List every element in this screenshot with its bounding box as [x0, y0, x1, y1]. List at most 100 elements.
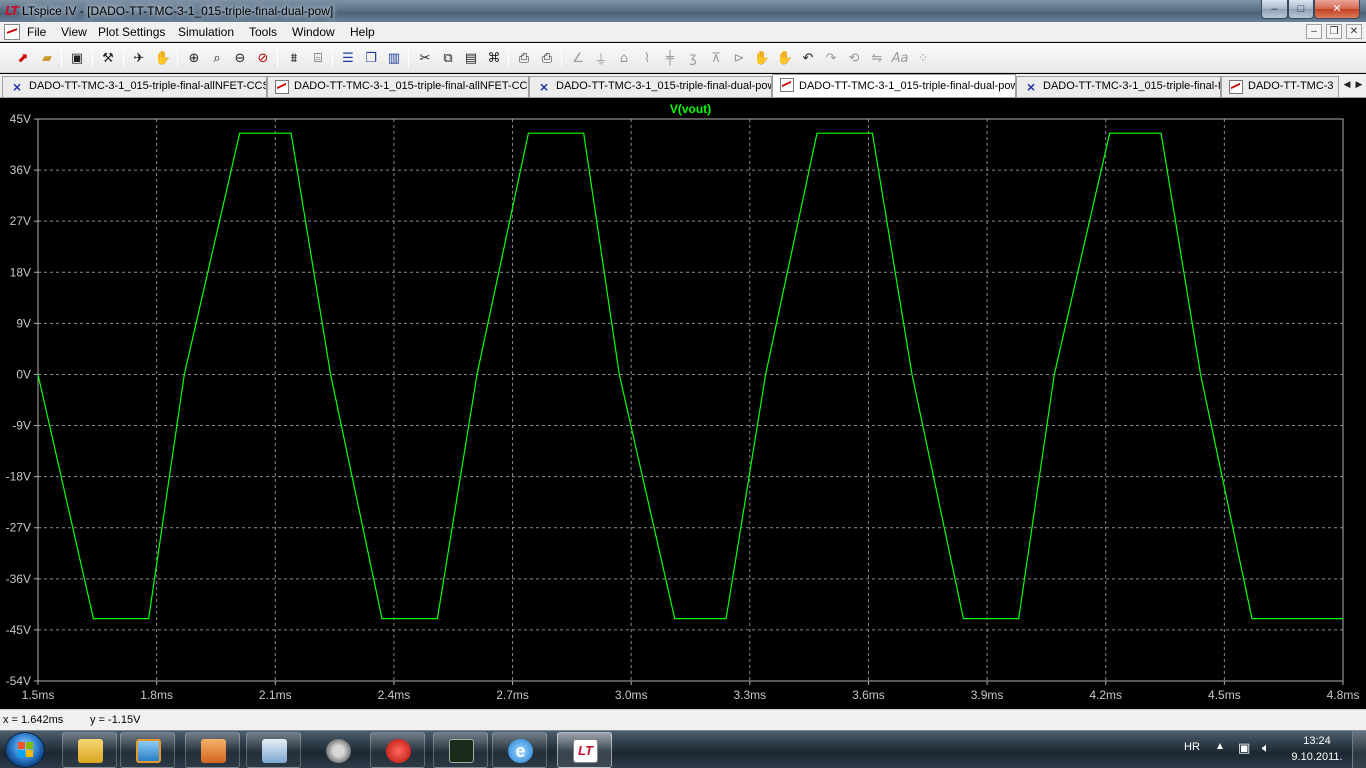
diode-icon[interactable]: ⊼ — [706, 48, 726, 68]
y-tick-label: 27V — [10, 214, 31, 228]
start-button[interactable] — [5, 732, 45, 768]
mirror-icon[interactable]: ⇋ — [867, 48, 887, 68]
waveform-chart[interactable]: 45V36V27V18V9V0V-9V-18V-27V-36V-45V-54V1… — [0, 99, 1366, 709]
tab-schematic-final-ii[interactable]: ⨯ DADO-TT-TMC-3-1_015-triple-final-II — [1016, 76, 1221, 97]
tab-scroll-left-icon[interactable]: ◀ — [1341, 76, 1353, 94]
x-tick-label: 4.2ms — [1089, 688, 1122, 702]
drag-icon[interactable]: ✋ — [775, 48, 795, 68]
run-icon[interactable]: ✈ — [129, 48, 149, 68]
tab-schematic-allnfet-ccs[interactable]: ⨯ DADO-TT-TMC-3-1_015-triple-final-allNF… — [2, 76, 267, 97]
minimize-button[interactable]: – — [1261, 0, 1288, 19]
print-preview-icon[interactable]: ⎙ — [514, 48, 534, 68]
find-icon[interactable]: ⌘ — [484, 48, 504, 68]
x-tick-label: 3.3ms — [733, 688, 766, 702]
undo-icon[interactable]: ↶ — [798, 48, 818, 68]
taskbar-network-tool[interactable] — [310, 732, 365, 768]
zoom-full-icon[interactable]: ⌕ — [207, 48, 227, 68]
zoom-in-icon[interactable]: ⊕ — [184, 48, 204, 68]
zoom-out-icon[interactable]: ⊖ — [230, 48, 250, 68]
maximize-button[interactable]: □ — [1288, 0, 1314, 19]
waveform-document-icon[interactable] — [4, 24, 20, 40]
control-panel-icon[interactable]: ⚒ — [98, 48, 118, 68]
tab-label: DADO-TT-TMC-3 — [1248, 80, 1334, 92]
label-icon[interactable]: ⌂ — [614, 48, 634, 68]
paste-icon[interactable]: ▤ — [461, 48, 481, 68]
trace-vout[interactable] — [37, 132, 1343, 620]
copy-icon[interactable]: ⧉ — [438, 48, 458, 68]
rotate-icon[interactable]: ⟲ — [844, 48, 864, 68]
autorange-icon[interactable]: ⩩ — [284, 48, 304, 68]
toolbar-separator — [408, 48, 409, 68]
tab-label: DADO-TT-TMC-3-1_015-triple-final-dual-po… — [556, 80, 772, 92]
fft-icon[interactable]: ⌸ — [308, 48, 328, 68]
waveform-plot-pane[interactable]: 45V 36V 27V 18V 9V 0V -9V -18V -27V -36V -45V -54V 1… — [0, 99, 1366, 709]
network-icon[interactable]: ▣ — [1238, 740, 1250, 756]
menu-window[interactable]: Window — [292, 24, 335, 40]
menu-plot-settings[interactable]: Plot Settings — [98, 24, 165, 40]
cascade-icon[interactable]: ❐ — [361, 48, 381, 68]
component-icon[interactable]: ⊳ — [729, 48, 749, 68]
tab-scroll-right-icon[interactable]: ▶ — [1353, 76, 1365, 94]
open-waveform-icon[interactable]: ⬈ — [13, 48, 33, 68]
menu-help[interactable]: Help — [350, 24, 375, 40]
x-tick-label: 3.9ms — [971, 688, 1004, 702]
tab-waveform-dual-pow[interactable]: DADO-TT-TMC-3-1_015-triple-final-dual-po… — [772, 74, 1016, 97]
ground-icon[interactable]: ⏚ — [591, 48, 611, 68]
menu-file[interactable]: File — [27, 24, 46, 40]
child-restore-button[interactable]: ❐ — [1326, 24, 1342, 39]
ltspice-window: LT LTspice IV - [DADO-TT-TMC-3-1_015-tri… — [0, 0, 1366, 768]
tab-label: DADO-TT-TMC-3-1_015-triple-final-allNFET… — [29, 80, 267, 92]
language-indicator[interactable]: HR — [1184, 741, 1200, 753]
zoom-cancel-icon[interactable]: ⊘ — [253, 48, 273, 68]
menu-view[interactable]: View — [61, 24, 87, 40]
taskbar-oscilloscope-app[interactable] — [433, 732, 488, 768]
inductor-icon[interactable]: ʒ — [683, 48, 703, 68]
cut-icon[interactable]: ✂ — [415, 48, 435, 68]
x-tick-label: 2.4ms — [378, 688, 411, 702]
taskbar-package-installer[interactable] — [185, 732, 240, 768]
capacitor-icon[interactable]: ╪ — [660, 48, 680, 68]
control-panel-icon — [262, 739, 287, 763]
resistor-icon[interactable]: ⌇ — [637, 48, 657, 68]
menu-simulation[interactable]: Simulation — [178, 24, 234, 40]
internet-explorer-icon: e — [508, 739, 533, 763]
folder-icon — [78, 739, 103, 763]
taskbar-file-explorer[interactable] — [62, 732, 117, 768]
tab-schematic-dual-pow[interactable]: ⨯ DADO-TT-TMC-3-1_015-triple-final-dual-… — [529, 76, 772, 97]
redo-icon[interactable]: ↷ — [821, 48, 841, 68]
print-icon[interactable]: ⎙ — [537, 48, 557, 68]
waveform-icon — [780, 78, 794, 92]
spice-directive-icon[interactable]: ⁘ — [913, 48, 933, 68]
menu-tools[interactable]: Tools — [249, 24, 277, 40]
volume-icon[interactable]: 🔈︎ — [1262, 740, 1270, 756]
package-icon — [201, 739, 226, 763]
halt-icon[interactable]: ✋ — [153, 48, 173, 68]
clock-date[interactable]: 9.10.2011. — [1288, 751, 1346, 763]
taskbar-media-player[interactable] — [120, 732, 175, 768]
schematic-icon: ⨯ — [538, 80, 550, 94]
close-button[interactable]: ✕ — [1314, 0, 1360, 19]
show-hidden-icons-icon[interactable]: ▲ — [1215, 741, 1225, 752]
ltspice-icon: LT — [573, 739, 598, 763]
clock-time[interactable]: 13:24 — [1288, 735, 1346, 747]
y-tick-label: -45V — [6, 623, 31, 637]
wire-icon[interactable]: ∠ — [568, 48, 588, 68]
taskbar-internet-explorer[interactable]: e — [492, 732, 547, 768]
toolbar: ⬈ ▰ ▣ ⚒ ✈ ✋ ⊕ ⌕ ⊖ ⊘ ⩩ ⌸ ☰ ❐ ▥ ✂ ⧉ ▤ ⌘ ⎙ … — [0, 43, 1366, 73]
show-desktop-button[interactable] — [1352, 731, 1366, 768]
taskbar-control-panel[interactable] — [246, 732, 301, 768]
tile-horizontal-icon[interactable]: ☰ — [338, 48, 358, 68]
tab-waveform-tmc-3[interactable]: DADO-TT-TMC-3 — [1221, 76, 1339, 97]
open-folder-icon[interactable]: ▰ — [37, 48, 57, 68]
taskbar-ltspice[interactable]: LT — [557, 732, 612, 768]
tab-waveform-allnfet-ccs[interactable]: DADO-TT-TMC-3-1_015-triple-final-allNFET… — [267, 76, 529, 97]
document-tabs: ⨯ DADO-TT-TMC-3-1_015-triple-final-allNF… — [0, 74, 1366, 98]
child-close-button[interactable]: ✕ — [1346, 24, 1362, 39]
child-minimize-button[interactable]: – — [1306, 24, 1322, 39]
taskbar-security-app[interactable] — [370, 732, 425, 768]
save-icon[interactable]: ▣ — [67, 48, 87, 68]
trace-label-vout[interactable]: V(vout) — [670, 102, 711, 116]
move-icon[interactable]: ✋ — [752, 48, 772, 68]
text-icon[interactable]: Aa — [890, 48, 910, 68]
tile-vertical-icon[interactable]: ▥ — [384, 48, 404, 68]
